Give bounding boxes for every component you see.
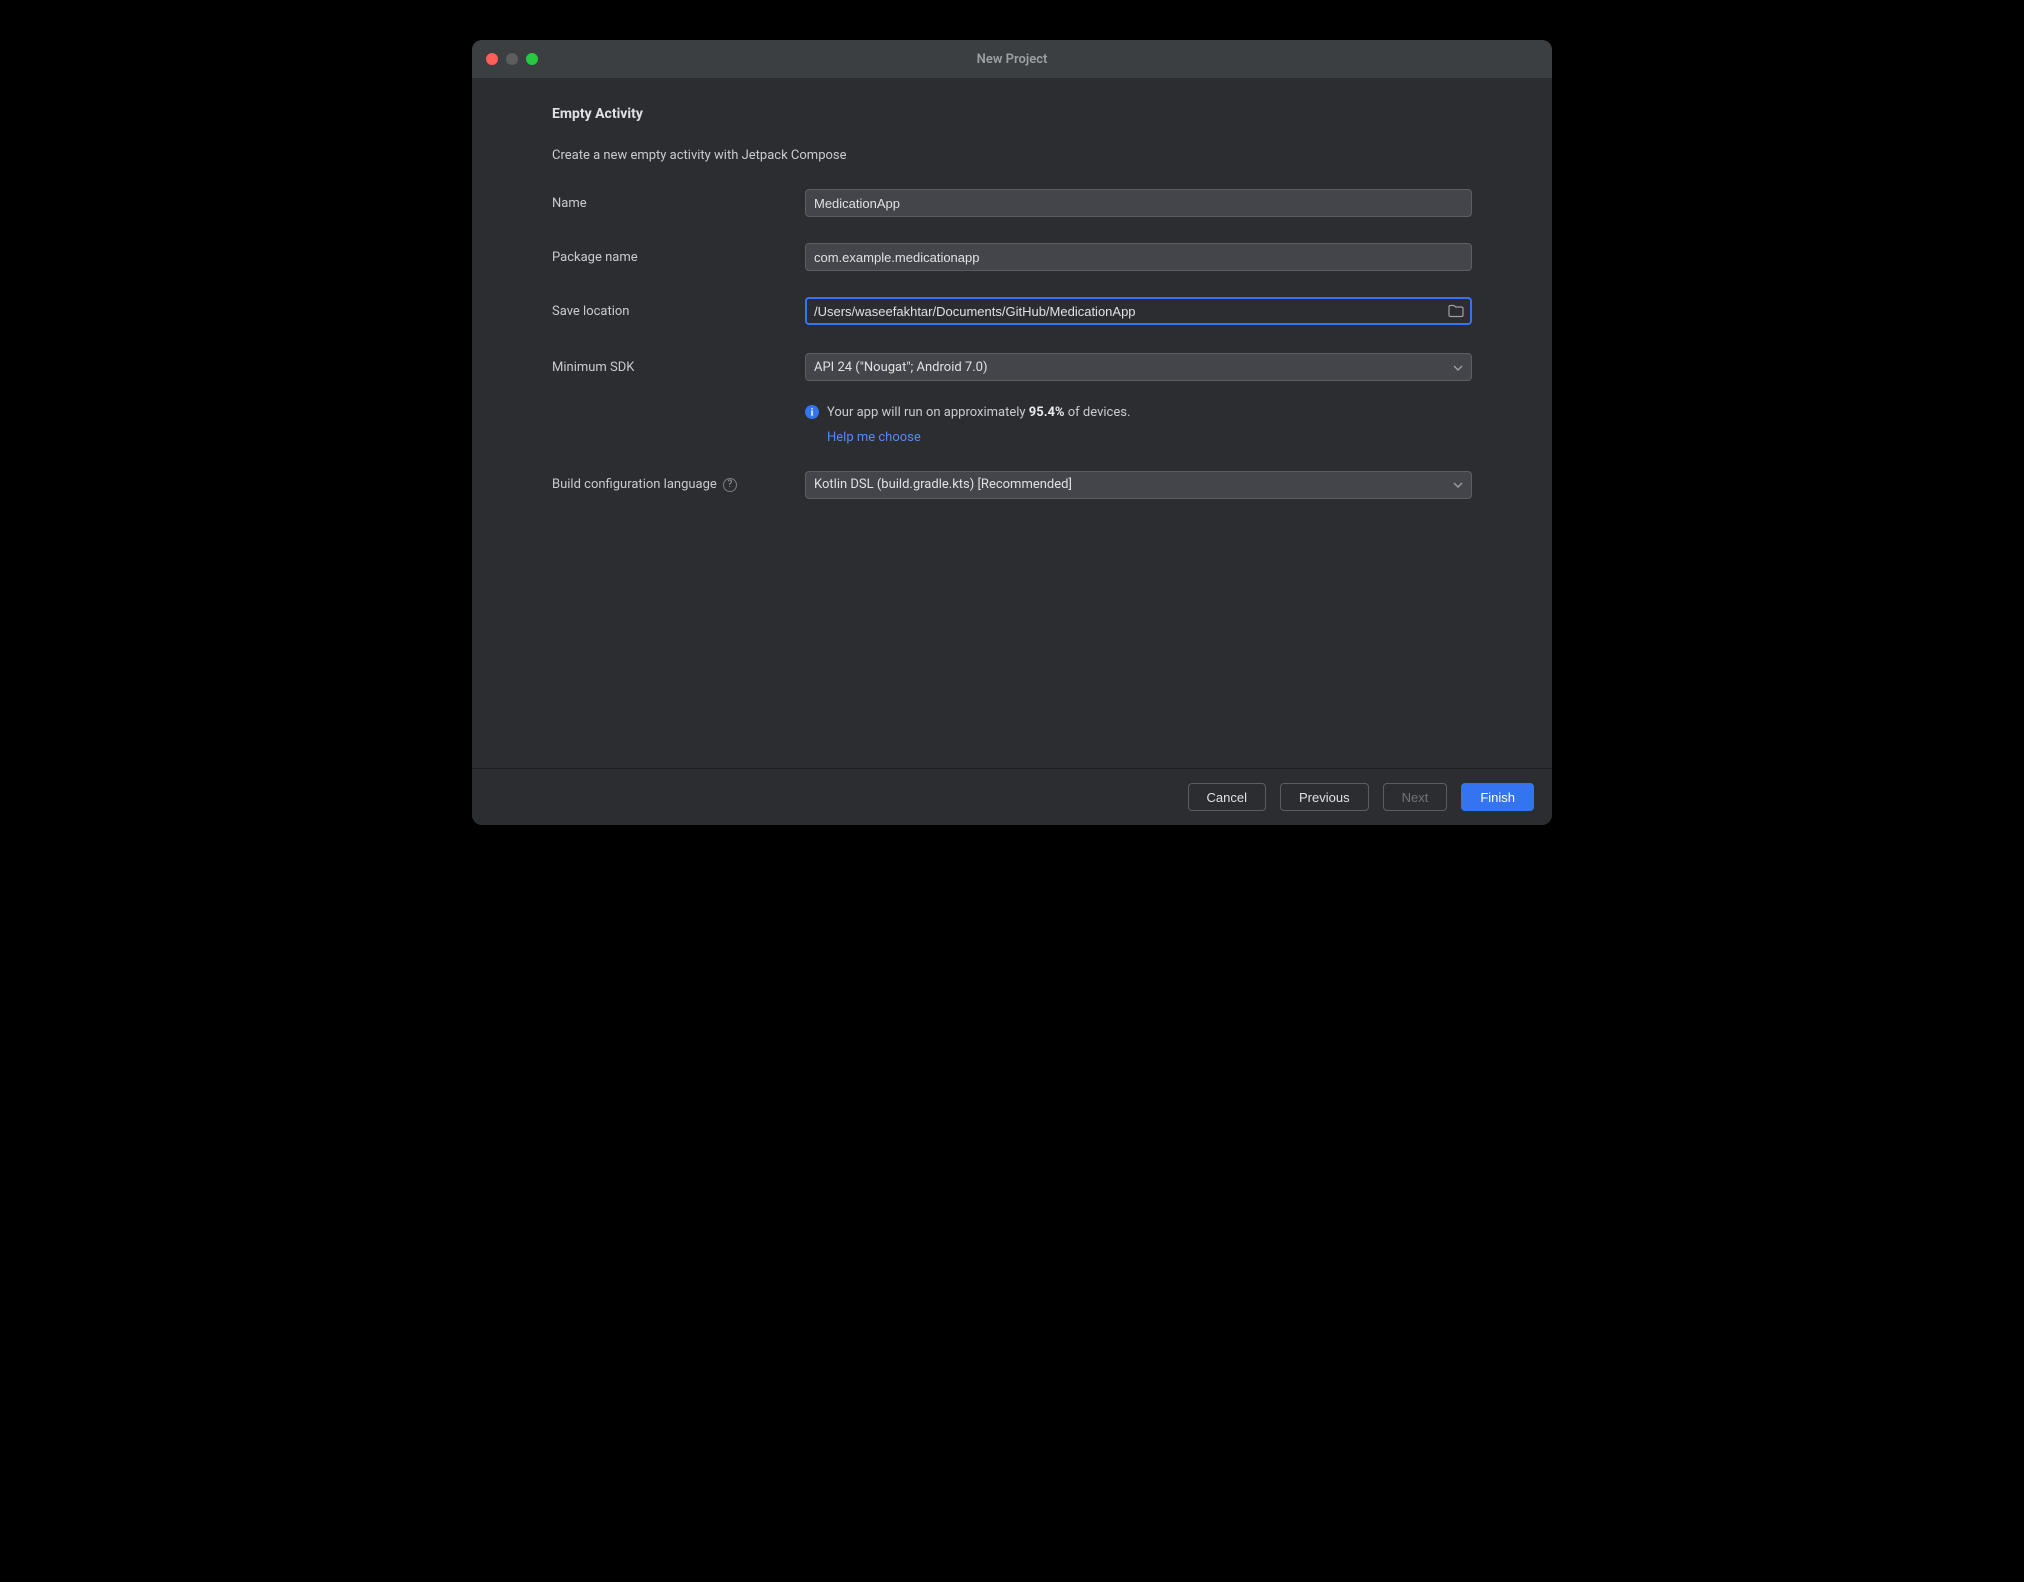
help-icon[interactable]: ?	[723, 478, 737, 492]
minimize-window-button[interactable]	[506, 53, 518, 65]
chevron-down-icon	[1453, 477, 1463, 492]
titlebar: New Project	[472, 40, 1552, 78]
min-sdk-row: Minimum SDK API 24 ("Nougat"; Android 7.…	[552, 353, 1472, 381]
build-lang-value: Kotlin DSL (build.gradle.kts) [Recommend…	[814, 477, 1072, 492]
build-lang-row: Build configuration language ? Kotlin DS…	[552, 471, 1472, 499]
info-icon: i	[805, 405, 819, 426]
min-sdk-label: Minimum SDK	[552, 360, 805, 375]
help-me-choose-link[interactable]: Help me choose	[827, 430, 921, 445]
package-row: Package name	[552, 243, 1472, 271]
package-label: Package name	[552, 250, 805, 265]
dialog-content: Empty Activity Create a new empty activi…	[472, 78, 1552, 768]
new-project-dialog: New Project Empty Activity Create a new …	[472, 40, 1552, 825]
sdk-info-text: Your app will run on approximately 95.4%…	[827, 403, 1130, 423]
close-window-button[interactable]	[486, 53, 498, 65]
page-description: Create a new empty activity with Jetpack…	[552, 148, 1472, 163]
package-input[interactable]	[805, 243, 1472, 271]
browse-folder-icon[interactable]	[1448, 304, 1464, 318]
previous-button[interactable]: Previous	[1280, 783, 1369, 811]
min-sdk-select[interactable]: API 24 ("Nougat"; Android 7.0)	[805, 353, 1472, 381]
cancel-button[interactable]: Cancel	[1188, 783, 1266, 811]
sdk-info-block: i Your app will run on approximately 95.…	[805, 403, 1472, 445]
window-controls	[472, 53, 538, 65]
build-lang-select[interactable]: Kotlin DSL (build.gradle.kts) [Recommend…	[805, 471, 1472, 499]
svg-text:i: i	[811, 408, 814, 419]
name-label: Name	[552, 196, 805, 211]
window-title: New Project	[472, 52, 1552, 67]
chevron-down-icon	[1453, 360, 1463, 375]
save-location-input[interactable]	[805, 297, 1472, 325]
finish-button[interactable]: Finish	[1461, 783, 1534, 811]
name-row: Name	[552, 189, 1472, 217]
save-location-row: Save location	[552, 297, 1472, 325]
build-lang-label: Build configuration language ?	[552, 477, 805, 492]
page-heading: Empty Activity	[552, 106, 1472, 122]
min-sdk-value: API 24 ("Nougat"; Android 7.0)	[814, 360, 987, 375]
save-location-label: Save location	[552, 304, 805, 319]
next-button: Next	[1383, 783, 1448, 811]
name-input[interactable]	[805, 189, 1472, 217]
dialog-footer: Cancel Previous Next Finish	[472, 768, 1552, 825]
maximize-window-button[interactable]	[526, 53, 538, 65]
